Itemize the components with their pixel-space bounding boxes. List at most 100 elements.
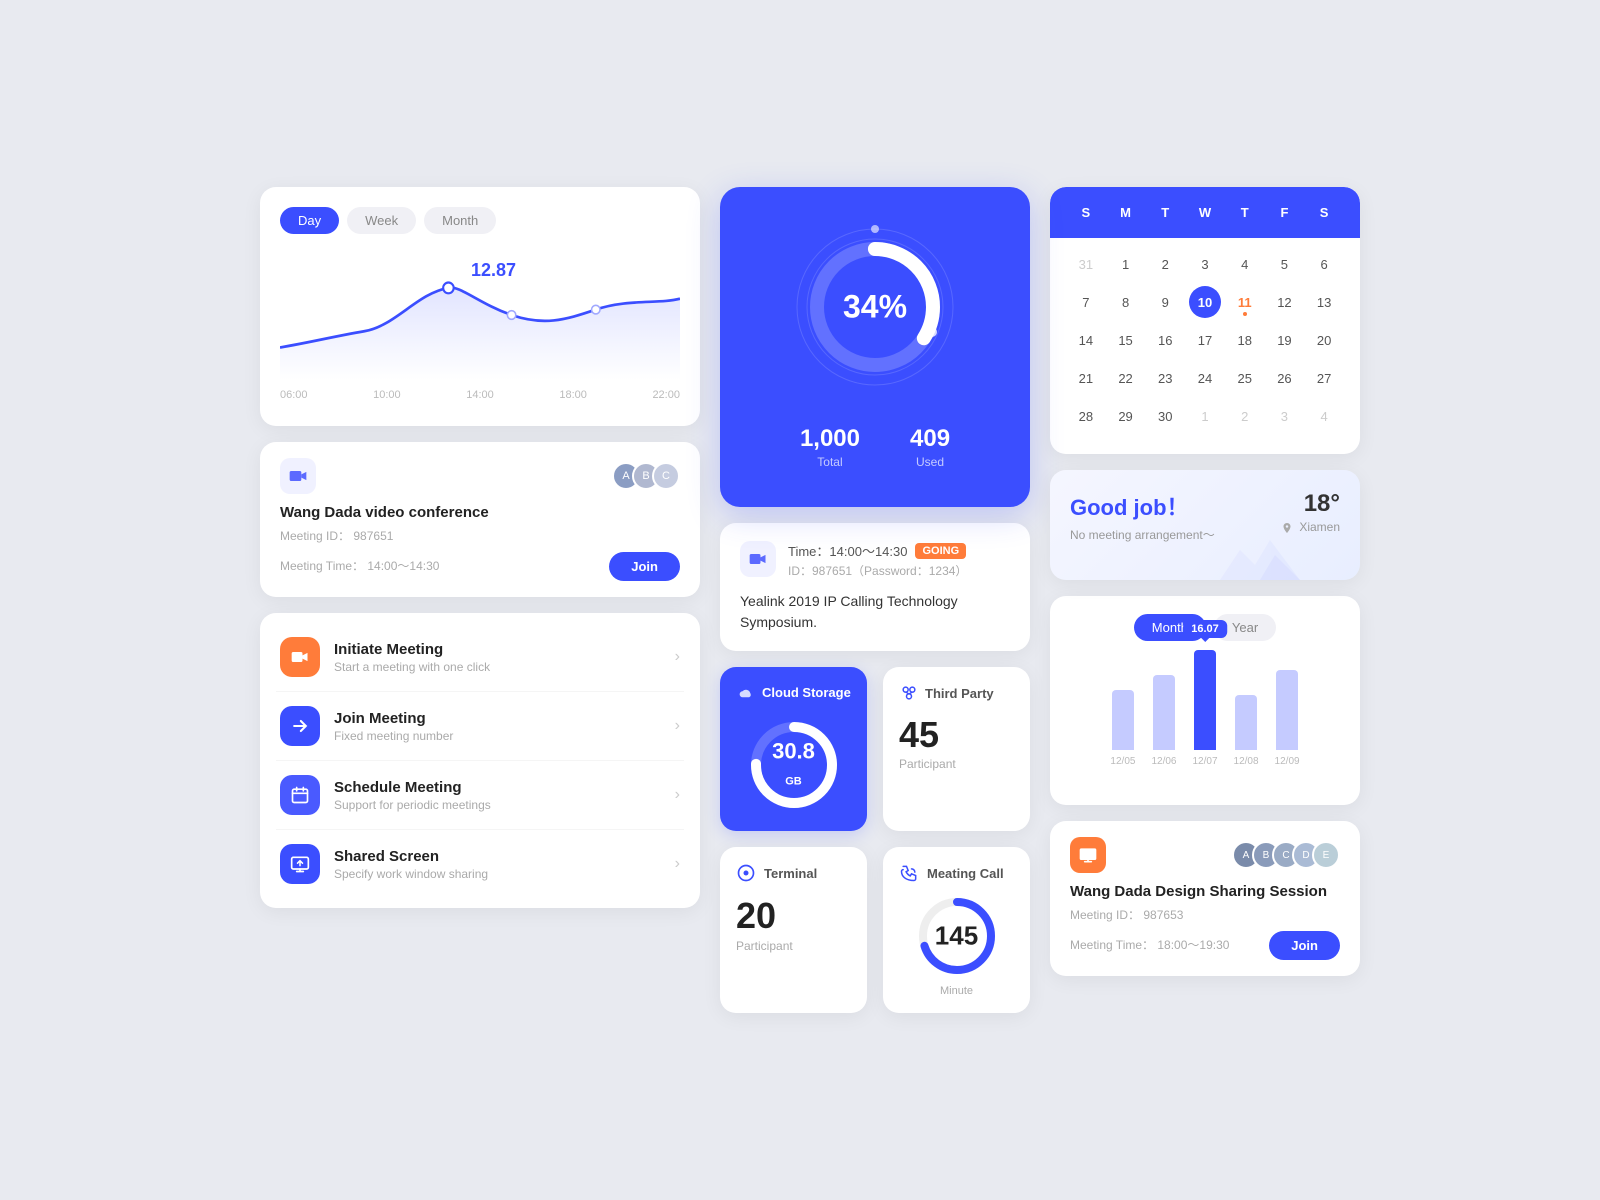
cal-26[interactable]: 26 bbox=[1268, 362, 1300, 394]
third-party-icon bbox=[899, 683, 919, 703]
terminal-icon bbox=[736, 863, 756, 883]
cal-3-next[interactable]: 3 bbox=[1268, 400, 1300, 432]
bar-1 bbox=[1153, 675, 1175, 750]
going-badge: GOING bbox=[915, 543, 966, 559]
top-meeting-card: A B C Wang Dada video conference Meeting… bbox=[260, 442, 700, 597]
cloud-value: 30.8 GB bbox=[772, 739, 815, 792]
menu-text-schedule: Schedule Meeting Support for periodic me… bbox=[334, 779, 675, 812]
cal-22[interactable]: 22 bbox=[1110, 362, 1142, 394]
menu-item-initiate[interactable]: Initiate Meeting Start a meeting with on… bbox=[276, 623, 684, 692]
cal-4[interactable]: 4 bbox=[1229, 248, 1261, 280]
screen-icon-box bbox=[280, 844, 320, 884]
cal-6[interactable]: 6 bbox=[1308, 248, 1340, 280]
cal-20[interactable]: 20 bbox=[1308, 324, 1340, 356]
cal-hdr-s1: S bbox=[1066, 201, 1106, 224]
cal-row-3: 21 22 23 24 25 26 27 bbox=[1066, 362, 1344, 394]
bar-label-1: 12/06 bbox=[1151, 756, 1176, 767]
cal-hdr-t1: T bbox=[1145, 201, 1185, 224]
cal-1[interactable]: 1 bbox=[1110, 248, 1142, 280]
tab-week[interactable]: Week bbox=[347, 207, 416, 234]
x-label-4: 22:00 bbox=[652, 389, 680, 401]
good-job-title: Good job！ bbox=[1070, 490, 1215, 522]
cal-18[interactable]: 18 bbox=[1229, 324, 1261, 356]
calendar-header: S M T W T F S bbox=[1050, 187, 1360, 238]
schedule-icon-box bbox=[280, 775, 320, 815]
bar-label-4: 12/09 bbox=[1275, 756, 1300, 767]
menu-item-join[interactable]: Join Meeting Fixed meeting number › bbox=[276, 692, 684, 761]
terminal-title: Terminal bbox=[764, 866, 817, 881]
cal-19[interactable]: 19 bbox=[1268, 324, 1300, 356]
cal-row-2: 14 15 16 17 18 19 20 bbox=[1066, 324, 1344, 356]
cal-23[interactable]: 23 bbox=[1149, 362, 1181, 394]
cal-4-next[interactable]: 4 bbox=[1308, 400, 1340, 432]
cal-17[interactable]: 17 bbox=[1189, 324, 1221, 356]
cal-8[interactable]: 8 bbox=[1110, 286, 1142, 318]
cal-12[interactable]: 12 bbox=[1268, 286, 1300, 318]
bar-chart-card: Month Year 12/05 12/06 16.07 bbox=[1050, 596, 1360, 805]
arrow-right-icon bbox=[290, 716, 310, 736]
tab-month[interactable]: Month bbox=[424, 207, 496, 234]
cal-15[interactable]: 15 bbox=[1110, 324, 1142, 356]
cal-28[interactable]: 28 bbox=[1070, 400, 1102, 432]
cloud-circle: 30.8 GB bbox=[744, 715, 844, 815]
cal-11[interactable]: 11 bbox=[1229, 286, 1261, 318]
join-button-bottom[interactable]: Join bbox=[1269, 931, 1340, 960]
meeting-description: Yealink 2019 IP Calling Technology Sympo… bbox=[740, 591, 1010, 633]
cal-10-today[interactable]: 10 bbox=[1189, 286, 1221, 318]
x-label-1: 10:00 bbox=[373, 389, 401, 401]
menu-item-schedule[interactable]: Schedule Meeting Support for periodic me… bbox=[276, 761, 684, 830]
bm-avatar-5: E bbox=[1312, 841, 1340, 869]
bottom-row: Cloud Storage 30.8 GB bbox=[720, 667, 1030, 1013]
cal-5[interactable]: 5 bbox=[1268, 248, 1300, 280]
bm-tv-icon bbox=[1078, 845, 1098, 865]
cal-7[interactable]: 7 bbox=[1070, 286, 1102, 318]
cal-2-next[interactable]: 2 bbox=[1229, 400, 1261, 432]
cal-25[interactable]: 25 bbox=[1229, 362, 1261, 394]
tab-day[interactable]: Day bbox=[280, 207, 339, 234]
bar-2-container: 16.07 bbox=[1194, 650, 1216, 750]
cal-27[interactable]: 27 bbox=[1308, 362, 1340, 394]
cloud-icon bbox=[736, 683, 754, 701]
cal-14[interactable]: 14 bbox=[1070, 324, 1102, 356]
bm-meeting-id: Meeting ID： 987653 bbox=[1070, 906, 1340, 923]
cal-1-next[interactable]: 1 bbox=[1189, 400, 1221, 432]
bm-icon-box bbox=[1070, 837, 1106, 873]
cal-24[interactable]: 24 bbox=[1189, 362, 1221, 394]
cloud-header: Cloud Storage bbox=[736, 683, 851, 701]
avatars: A B C bbox=[612, 462, 680, 490]
bm-footer: Meeting Time： 18:00～19:30 Join bbox=[1070, 931, 1340, 960]
meeting-info-card: Time：14:00～14:30 GOING ID：987651（Passwor… bbox=[720, 523, 1030, 651]
join-button-top[interactable]: Join bbox=[609, 552, 680, 581]
arrow-icon-1: › bbox=[675, 717, 680, 735]
cal-21[interactable]: 21 bbox=[1070, 362, 1102, 394]
cal-31[interactable]: 31 bbox=[1070, 248, 1102, 280]
menu-text-join: Join Meeting Fixed meeting number bbox=[334, 710, 675, 743]
bm-title: Wang Dada Design Sharing Session bbox=[1070, 883, 1340, 900]
arrow-icon-2: › bbox=[675, 786, 680, 804]
cal-30[interactable]: 30 bbox=[1149, 400, 1181, 432]
join-icon-box bbox=[280, 706, 320, 746]
chart-card: Day Week Month 12.87 bbox=[260, 187, 700, 426]
cal-29[interactable]: 29 bbox=[1110, 400, 1142, 432]
bar-tooltip: 16.07 bbox=[1183, 620, 1227, 638]
menu-item-shared-screen[interactable]: Shared Screen Specify work window sharin… bbox=[276, 830, 684, 898]
bottom-meeting-header: A B C D E bbox=[1070, 837, 1340, 873]
good-job-subtitle: No meeting arrangement～ bbox=[1070, 526, 1215, 543]
meeting-call-circle: 145 bbox=[912, 891, 1002, 981]
cal-3[interactable]: 3 bbox=[1189, 248, 1221, 280]
cloud-title: Cloud Storage bbox=[762, 685, 851, 700]
chart-area: 12.87 bbox=[280, 250, 680, 410]
cal-2[interactable]: 2 bbox=[1149, 248, 1181, 280]
calendar-icon bbox=[290, 785, 310, 805]
arrow-icon-0: › bbox=[675, 648, 680, 666]
cal-13[interactable]: 13 bbox=[1308, 286, 1340, 318]
meeting-info-icon-box bbox=[740, 541, 776, 577]
chart-x-labels: 06:00 10:00 14:00 18:00 22:00 bbox=[280, 389, 680, 401]
bottom-meeting-card: A B C D E Wang Dada Design Sharing Sessi… bbox=[1050, 821, 1360, 976]
bar-0 bbox=[1112, 690, 1134, 750]
cal-9[interactable]: 9 bbox=[1149, 286, 1181, 318]
big-blue-card: 34% 1,000 Total 409 Used bbox=[720, 187, 1030, 507]
big-blue-stats: 1,000 Total 409 Used bbox=[800, 425, 950, 469]
phone-call-icon bbox=[899, 863, 919, 883]
cal-16[interactable]: 16 bbox=[1149, 324, 1181, 356]
